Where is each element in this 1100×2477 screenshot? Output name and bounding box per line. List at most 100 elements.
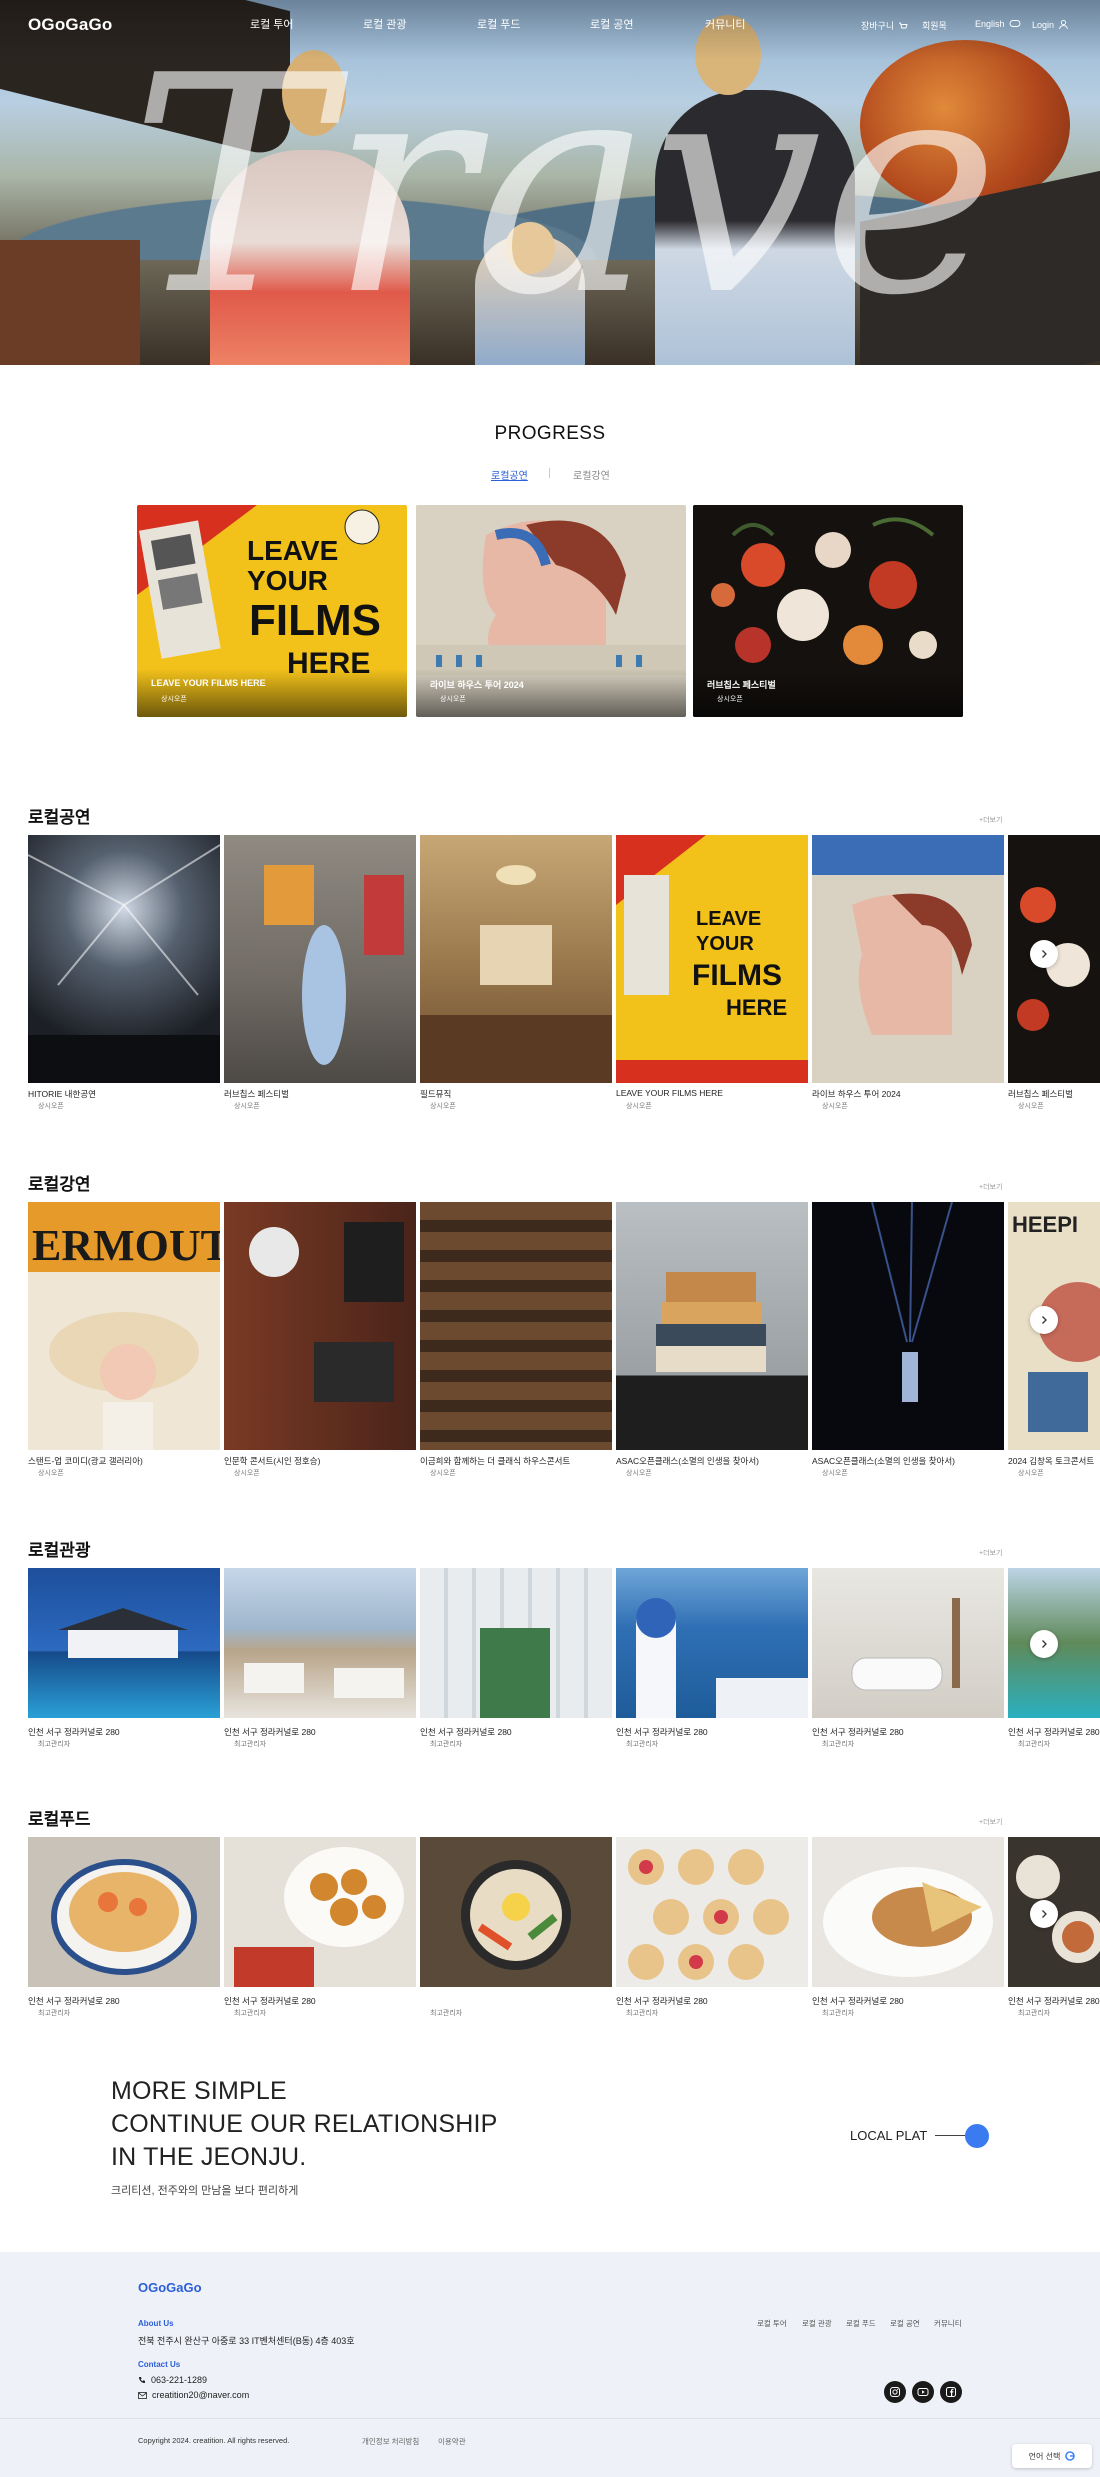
performance-card[interactable]: HITORIE 내한공연 상시오픈 xyxy=(28,835,220,1110)
nav-item-local-food[interactable]: 로컬 푸드 xyxy=(477,16,521,32)
concert-lights xyxy=(28,844,220,1083)
sightseeing-card[interactable]: 인천 서구 정라커널로 280 최고관리자 xyxy=(1008,1568,1100,1753)
footer-link-community[interactable]: 커뮤니티 xyxy=(934,2318,962,2329)
sightseeing-card[interactable]: 인천 서구 정라커널로 280 최고관리자 xyxy=(28,1568,220,1753)
more-link[interactable]: +더보기 xyxy=(979,1182,1002,1192)
card-sub: 최고관리자 xyxy=(1018,1741,1051,1748)
facebook-button[interactable] xyxy=(940,2381,962,2403)
concert-image xyxy=(28,835,220,1083)
login-label: Login xyxy=(1032,19,1055,30)
section-title-local-sightseeing: 로컬관광 xyxy=(28,1541,91,1560)
footer-logo[interactable]: OGoGaGo xyxy=(138,2280,202,2295)
card-title: 인천 서구 정라커널로 280 xyxy=(616,1727,708,1737)
sightseeing-card[interactable]: 인천 서구 정라커널로 280 최고관리자 xyxy=(224,1568,416,1753)
progress-card-status: 상시오픈 xyxy=(717,696,743,703)
card-title: 인천 서구 정라커널로 280 xyxy=(224,1996,316,2006)
performance-card[interactable]: LEAVE YOUR FILMS HERE LEAVE YOUR FILMS HERE… xyxy=(616,835,808,1110)
language-select[interactable]: 언어 선택 xyxy=(1012,2444,1092,2468)
section-title-local-performance: 로컬공연 xyxy=(28,808,91,827)
card-title: 라이브 하우스 투어 2024 xyxy=(812,1089,901,1099)
more-link[interactable]: +더보기 xyxy=(979,1548,1002,1558)
mail-icon xyxy=(138,2391,147,2399)
noodle-soup-image xyxy=(28,1837,220,1987)
lecture-card[interactable]: ERMOUT 스탠드-업 코미디(광교 갤러리아) 상시오픈 xyxy=(28,1202,220,1477)
performance-card[interactable]: 러브칩스 페스티벌 상시오픈 xyxy=(224,835,416,1110)
tarts-detail xyxy=(628,1849,789,1980)
more-link[interactable]: +더보기 xyxy=(979,1817,1002,1827)
carousel-next-button[interactable] xyxy=(1030,1306,1058,1334)
facebook-icon xyxy=(946,2387,956,2397)
language-select-label: 언어 선택 xyxy=(1028,2451,1061,2461)
resort-detail xyxy=(58,1608,188,1658)
sightseeing-card[interactable]: 인천 서구 정라커널로 280 최고관리자 xyxy=(616,1568,808,1753)
footer-link-local-sightseeing[interactable]: 로컬 관광 xyxy=(802,2318,832,2329)
card-sub: 상시오픈 xyxy=(430,1103,456,1110)
card-sub: 최고관리자 xyxy=(822,1741,855,1748)
privacy-policy-link[interactable]: 개인정보 처리방침 xyxy=(362,2436,419,2447)
gallery-art xyxy=(264,865,404,1065)
card-sub: 상시오픈 xyxy=(38,1103,64,1110)
progress-card[interactable]: 라이브 하우스 투어 2024 상시오픈 xyxy=(416,505,686,717)
lecture-card[interactable]: 인문학 콘서트(시인 정호승) 상시오픈 xyxy=(224,1202,416,1477)
carousel-next-button[interactable] xyxy=(1030,940,1058,968)
instagram-icon xyxy=(890,2387,900,2397)
members-link[interactable]: 회원목 xyxy=(922,19,947,32)
footer-link-local-food[interactable]: 로컬 푸드 xyxy=(846,2318,876,2329)
progress-card[interactable]: LEAVE YOUR FILMS HERE LEAVE YOUR FILMS H… xyxy=(137,505,407,717)
nav-item-local-tour[interactable]: 로컬 투어 xyxy=(250,16,294,32)
youtube-button[interactable] xyxy=(912,2381,934,2403)
santorini-image xyxy=(616,1568,808,1718)
top-navigation: OGoGaGo 로컬 투어 로컬 관광 로컬 푸드 로컬 공연 커뮤니티 장바구… xyxy=(0,0,1100,48)
carousel-next-button[interactable] xyxy=(1030,1630,1058,1658)
food-card[interactable]: 인천 서구 정라커널로 280 최고관리자 xyxy=(28,1837,220,2022)
gallery-image xyxy=(224,835,416,1083)
section-title-local-food: 로컬푸드 xyxy=(28,1810,91,1829)
nav-item-community[interactable]: 커뮤니티 xyxy=(705,16,745,32)
card-title: 인천 서구 정라커널로 280 xyxy=(1008,1996,1100,2006)
food-card[interactable]: 인천 서구 정라커널로 280 최고관리자 xyxy=(616,1837,808,2022)
savoy-poster xyxy=(812,835,1004,1035)
footer-link-local-tour[interactable]: 로컬 투어 xyxy=(757,2318,787,2329)
tab-local-performance[interactable]: 로컬공연 xyxy=(491,467,528,482)
progress-title: PROGRESS xyxy=(494,423,606,444)
copyright: Copyright 2024. creatition. All rights r… xyxy=(138,2436,290,2445)
progress-card[interactable]: 러브칩스 페스티벌 상시오픈 xyxy=(693,505,963,717)
sightseeing-card[interactable]: 인천 서구 정라커널로 280 최고관리자 xyxy=(812,1568,1004,1753)
food-card[interactable]: 인천 서구 정라커널로 280 최고관리자 xyxy=(224,1837,416,2022)
cart-link[interactable]: 장바구니 xyxy=(861,19,908,32)
phone-number: 063-221-1289 xyxy=(151,2375,208,2385)
progress-card-title: 라이브 하우스 투어 2024 xyxy=(430,680,524,690)
nav-item-local-performance[interactable]: 로컬 공연 xyxy=(590,16,634,32)
footer-link-local-performance[interactable]: 로컬 공연 xyxy=(890,2318,920,2329)
food-card[interactable]: 인천 서구 정라커널로 280 최고관리자 xyxy=(1008,1837,1100,2022)
chevron-right-icon xyxy=(1042,1910,1047,1918)
performance-card[interactable]: 필드뮤직 상시오픈 xyxy=(420,835,612,1110)
performance-card[interactable]: 라이브 하우스 투어 2024 상시오픈 xyxy=(812,835,1004,1110)
instagram-button[interactable] xyxy=(884,2381,906,2403)
local-plat-link[interactable]: LOCAL PLAT xyxy=(850,2128,927,2143)
terms-link[interactable]: 이용약관 xyxy=(438,2436,466,2447)
card-title: 인천 서구 정라커널로 280 xyxy=(28,1996,120,2006)
svg-text:YOUR: YOUR xyxy=(247,565,328,596)
food-card[interactable]: 인천 서구 정라커널로 280 최고관리자 xyxy=(812,1837,1004,2022)
books-image xyxy=(616,1202,808,1450)
more-link[interactable]: +더보기 xyxy=(979,815,1002,825)
language-toggle[interactable]: English xyxy=(975,19,1021,29)
lecture-card[interactable]: ASAC오픈클래스(소멸의 인생을 찾아서) 상시오픈 xyxy=(616,1202,808,1477)
local-plat-button[interactable] xyxy=(965,2124,989,2148)
site-logo[interactable]: OGoGaGo xyxy=(28,15,113,35)
nav-item-local-sightseeing[interactable]: 로컬 관광 xyxy=(363,16,407,32)
carousel-next-button[interactable] xyxy=(1030,1900,1058,1928)
tarts-image xyxy=(616,1837,808,1987)
lecture-card[interactable]: ASAC오픈클래스(소멸의 인생을 찾아서) 상시오픈 xyxy=(812,1202,1004,1477)
lecture-card[interactable]: 이금희와 함께하는 더 클래식 하우스콘서트 상시오픈 xyxy=(420,1202,612,1477)
login-link[interactable]: Login xyxy=(1032,19,1069,30)
promo-subtitle: 크리티션, 전주와의 만남을 보다 편리하게 xyxy=(111,2185,299,2197)
lecture-card[interactable]: HEEPI 2024 김창옥 토크콘서트 상시오픈 xyxy=(1008,1202,1100,1477)
sightseeing-card[interactable]: 인천 서구 정라커널로 280 최고관리자 xyxy=(420,1568,612,1753)
performance-card[interactable]: 러브칩스 페스티벌 상시오픈 xyxy=(1008,835,1100,1110)
hero-person-left-head xyxy=(282,50,346,136)
card-sub: 상시오픈 xyxy=(430,1470,456,1477)
tab-local-lecture[interactable]: 로컬강연 xyxy=(573,467,610,482)
food-card[interactable]: 최고관리자 xyxy=(420,1837,612,2022)
